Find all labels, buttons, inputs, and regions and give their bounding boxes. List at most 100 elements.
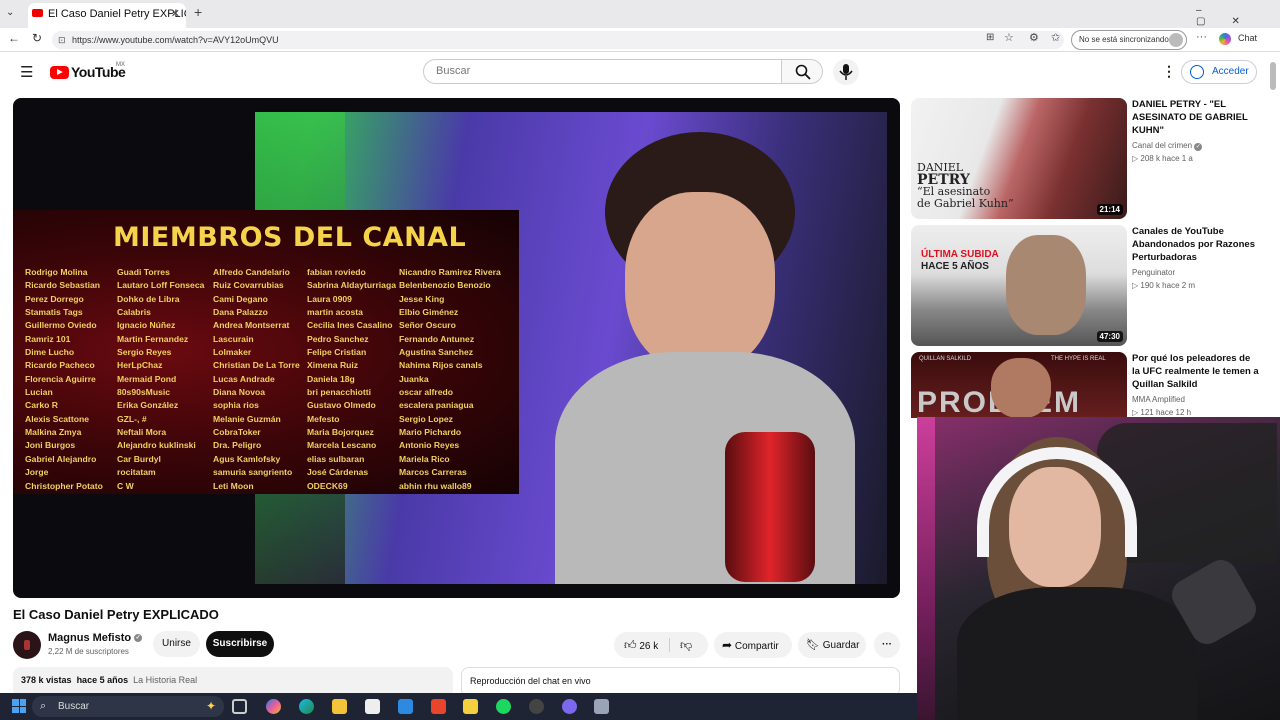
member-name: Dra. Peligro [213, 440, 262, 451]
member-name: Laura 0909 [307, 293, 352, 304]
channel-avatar[interactable] [13, 631, 41, 659]
favorite-star-icon[interactable]: ☆ [1004, 31, 1014, 44]
obs-icon[interactable] [529, 699, 544, 714]
sync-status-button[interactable]: No se está sincronizando [1071, 30, 1187, 50]
member-name: Lucas Andrade [213, 373, 275, 384]
thumbnail-text: ÚLTIMA SUBIDA HACE 5 AÑOS [921, 249, 999, 273]
recommendation-channel[interactable]: Penguinator [1132, 268, 1175, 277]
settings-more-icon[interactable]: ⋮ [1162, 63, 1176, 80]
browser-tab[interactable]: El Caso Daniel Petry EXPLICADO - ✕ [28, 3, 186, 28]
app-available-icon[interactable]: ⊞ [986, 32, 994, 43]
recommendation-title[interactable]: Por qué los peleadores de la UFC realmen… [1132, 352, 1260, 391]
member-name: Martin Fernandez [117, 333, 189, 344]
recommendation-card[interactable]: DANIEL PETRY “El asesinato de Gabriel Ku… [911, 98, 1271, 223]
thumbnail-text: DANIEL PETRY “El asesinato de Gabriel Ku… [917, 162, 1014, 210]
recommendation-title[interactable]: Canales de YouTube Abandonados por Razon… [1132, 225, 1260, 264]
member-name: Dohko de Libra [117, 293, 180, 304]
more-actions-icon[interactable]: ··· [874, 632, 900, 658]
member-name: Leti Moon [213, 480, 254, 491]
recommendation-title[interactable]: DANIEL PETRY - "EL ASESINATO DE GABRIEL … [1132, 98, 1260, 137]
search-input[interactable]: Buscar [423, 59, 782, 84]
member-name: Maria Bojorquez [307, 427, 374, 438]
youtube-favicon-icon [32, 9, 43, 17]
search-button[interactable] [781, 59, 823, 84]
like-button[interactable]: 👍︎ 26 k [614, 632, 668, 658]
member-name: Melanie Guzmán [213, 413, 281, 424]
reload-icon[interactable]: ↻ [32, 31, 42, 45]
members-column-2: Guadi Torres Lautaro Loff Fonseca Dohko de… [117, 266, 204, 493]
member-name: Nicandro Ramirez Rivera [399, 267, 501, 277]
hamburger-menu-icon[interactable]: ☰ [20, 63, 33, 81]
discord-icon[interactable] [562, 699, 577, 714]
subscribe-button[interactable]: Suscribirse [206, 631, 274, 657]
recommendation-channel[interactable]: MMA Amplified [1132, 395, 1185, 404]
sign-in-button[interactable]: Acceder [1181, 60, 1257, 84]
member-name: Marcela Lescano [307, 440, 377, 451]
like-count: 26 k [639, 641, 659, 652]
sticky-notes-icon[interactable] [463, 699, 478, 714]
video-tag[interactable]: La Historia Real [133, 675, 197, 685]
store-icon[interactable] [365, 699, 380, 714]
member-name: Agustina Sanchez [399, 347, 474, 358]
save-button[interactable]: 🔖︎ Guardar [798, 632, 866, 658]
member-name: Carko R [25, 400, 58, 411]
member-name: Alejandro kuklinski [117, 440, 196, 451]
member-name: Mefesto [307, 413, 340, 424]
spotify-icon[interactable] [496, 699, 511, 714]
window-controls[interactable]: –▢✕ [1196, 5, 1280, 27]
favorites-icon[interactable]: ✩ [1051, 31, 1060, 44]
presenter-face [625, 192, 775, 372]
recommendation-thumbnail[interactable]: DANIEL PETRY “El asesinato de Gabriel Ku… [911, 98, 1127, 219]
recommendation-thumbnail[interactable]: QUILLAN SALKILD THE HYPE IS REAL PROBLEM [911, 352, 1127, 418]
account-icon [1190, 65, 1204, 79]
more-options-icon[interactable]: ··· [1196, 31, 1207, 43]
tab-list-chevron-icon[interactable]: ⌄ [6, 7, 14, 18]
member-name: fabian roviedo [307, 267, 366, 277]
join-button[interactable]: Unirse [153, 631, 200, 657]
member-name: Alfredo Candelario [213, 267, 290, 277]
members-column-5: Nicandro Ramirez Rivera Belenbenozio Beno… [399, 266, 501, 493]
member-name: bri penacchiotti [307, 387, 371, 398]
member-name: Guillermo Oviedo [25, 320, 97, 331]
taskbar-search[interactable]: ⌕ Buscar ✦ [32, 696, 224, 717]
page-scrollbar[interactable] [1270, 62, 1276, 90]
start-windows-icon[interactable] [12, 699, 26, 713]
member-name: Dana Palazzo [213, 307, 268, 318]
mail-icon[interactable] [398, 699, 413, 714]
voice-search-button[interactable] [833, 59, 859, 85]
thumbs-down-icon[interactable]: 👎︎ [680, 632, 692, 658]
member-name: Fernando Antunez [399, 333, 475, 344]
site-info-icon[interactable]: ⊡ [58, 31, 66, 49]
channel-name[interactable]: Magnus Mefisto ✓ [48, 632, 143, 644]
member-name: Pedro Sanchez [307, 333, 369, 344]
app-window-icon[interactable] [594, 699, 609, 714]
member-name: Lucian [25, 387, 53, 398]
address-bar[interactable]: ⊡ https://www.youtube.com/watch?v=AVY12o… [52, 31, 1064, 49]
file-explorer-icon[interactable] [332, 699, 347, 714]
copilot-icon[interactable] [1219, 33, 1231, 45]
recommendation-thumbnail[interactable]: ÚLTIMA SUBIDA HACE 5 AÑOS 47:30 [911, 225, 1127, 346]
member-name: José Cárdenas [307, 467, 369, 478]
member-name: Florencia Aguirre [25, 373, 96, 384]
edge-icon[interactable] [299, 699, 314, 714]
subscriber-count: 2,22 M de suscriptores [48, 647, 129, 656]
recommendation-card[interactable]: QUILLAN SALKILD THE HYPE IS REAL PROBLEM… [911, 352, 1271, 418]
extensions-icon[interactable]: ⚙ [1029, 31, 1039, 44]
close-tab-icon[interactable]: ✕ [171, 3, 180, 25]
task-view-icon[interactable] [232, 699, 247, 714]
member-name: Alexis Scattone [25, 413, 89, 424]
chat-button[interactable]: Chat [1238, 33, 1257, 43]
new-tab-icon[interactable]: + [194, 4, 202, 20]
back-icon[interactable]: ← [8, 31, 20, 45]
member-name: Mario Pichardo [399, 427, 462, 438]
brave-icon[interactable] [431, 699, 446, 714]
recommendation-channel[interactable]: Canal del crimen ✓ [1132, 141, 1203, 151]
video-player[interactable]: MIEMBROS DEL CANAL Rodrigo Molina Ricardo… [13, 98, 900, 598]
members-column-1: Rodrigo Molina Ricardo Sebastian Perez Do… [25, 266, 103, 493]
share-button[interactable]: ➦ Compartir [714, 632, 792, 658]
video-duration: 21:14 [1096, 204, 1123, 215]
recommendation-card[interactable]: ÚLTIMA SUBIDA HACE 5 AÑOS 47:30 Canales … [911, 225, 1271, 350]
member-name: Sergio Lopez [399, 413, 453, 424]
copilot-taskbar-icon[interactable] [266, 699, 281, 714]
member-name: Juanka [399, 373, 429, 384]
